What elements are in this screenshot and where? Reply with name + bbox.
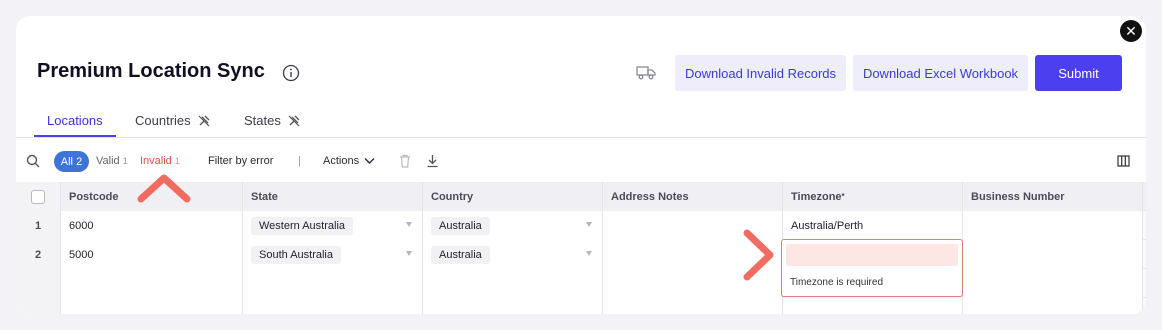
timezone-error-message: Timezone is required [790, 277, 884, 288]
info-icon[interactable] [282, 64, 300, 82]
timezone-invalid-input[interactable] [786, 244, 958, 266]
filter-all-label: All [60, 155, 74, 168]
filter-all-count: 2 [76, 155, 83, 168]
toolbar-separator: | [298, 155, 301, 167]
column-header-address-notes[interactable]: Address Notes [603, 182, 783, 211]
download-invalid-records-button[interactable]: Download Invalid Records [675, 55, 846, 91]
row-number-empty [16, 298, 61, 314]
empty-cell[interactable] [783, 298, 963, 314]
timezone-cell[interactable]: Australia/Perth [783, 211, 963, 240]
actions-dropdown[interactable]: Actions [323, 155, 375, 167]
row-number-empty [16, 269, 61, 298]
search-icon[interactable] [26, 154, 40, 168]
annotation-arrow-right-icon [743, 229, 774, 281]
empty-cell[interactable] [243, 298, 423, 314]
modal-card: Premium Location Sync Download Invalid R… [16, 16, 1146, 314]
timezone-error-popup: Timezone is required [781, 239, 963, 297]
filter-valid-count: 1 [122, 156, 128, 166]
dropdown-caret-icon[interactable] [406, 251, 412, 256]
country-chip: Australia [431, 216, 490, 235]
empty-cell[interactable] [61, 269, 243, 298]
download-icon[interactable] [426, 154, 439, 168]
column-header-state[interactable]: State [243, 182, 423, 211]
postcode-cell[interactable]: 5000 [61, 240, 243, 269]
row-number: 2 [16, 240, 61, 269]
tab-label: States [244, 113, 281, 128]
empty-cell[interactable] [243, 269, 423, 298]
filter-invalid[interactable]: Invalid 1 [140, 155, 180, 167]
column-header-business-number[interactable]: Business Number [963, 182, 1143, 211]
annotation-arrow-up-icon [137, 174, 191, 203]
select-all-cell [16, 182, 61, 211]
country-cell[interactable]: Australia [423, 240, 603, 269]
business-number-cell[interactable] [963, 211, 1143, 240]
empty-cell[interactable] [963, 269, 1143, 298]
table-row: 2 5000 South Australia Australia [16, 240, 1146, 269]
table-row: 1 6000 Western Australia Australia Austr… [16, 211, 1146, 240]
state-chip: South Australia [251, 245, 341, 264]
column-header-country[interactable]: Country [423, 182, 603, 211]
dropdown-caret-icon[interactable] [586, 251, 592, 256]
tab-label: Locations [47, 113, 103, 128]
page-title: Premium Location Sync [37, 60, 265, 82]
filter-valid[interactable]: Valid 1 [96, 155, 128, 167]
pin-off-icon [288, 115, 300, 126]
empty-cell[interactable] [963, 298, 1143, 314]
filter-invalid-label: Invalid [140, 155, 172, 167]
submit-button[interactable]: Submit [1035, 55, 1122, 91]
table-row-empty [16, 269, 1146, 298]
tab-label: Countries [135, 113, 191, 128]
dropdown-caret-icon[interactable] [406, 222, 412, 227]
close-glyph: ✕ [1125, 23, 1137, 39]
state-chip: Western Australia [251, 216, 354, 235]
tab-countries[interactable]: Countries [135, 113, 211, 128]
dropdown-caret-icon[interactable] [586, 222, 592, 227]
country-chip: Australia [431, 245, 490, 264]
download-excel-workbook-button[interactable]: Download Excel Workbook [853, 55, 1028, 91]
filter-all-pill[interactable]: All 2 [54, 151, 89, 172]
close-icon[interactable]: ✕ [1120, 20, 1142, 42]
country-cell[interactable]: Australia [423, 211, 603, 240]
trash-icon[interactable] [399, 154, 411, 168]
empty-cell[interactable] [423, 298, 603, 314]
table-row-empty [16, 298, 1146, 314]
truck-icon[interactable] [636, 63, 656, 81]
empty-cell[interactable] [423, 269, 603, 298]
state-cell[interactable]: South Australia [243, 240, 423, 269]
row-number: 1 [16, 211, 61, 240]
active-tab-indicator [34, 135, 116, 137]
pin-off-icon [198, 115, 210, 126]
business-number-cell[interactable] [963, 240, 1143, 269]
empty-cell[interactable] [603, 298, 783, 314]
tab-states[interactable]: States [244, 113, 301, 128]
column-header-timezone[interactable]: Timezone * [783, 182, 963, 211]
filter-by-error-button[interactable]: Filter by error [208, 155, 273, 167]
tab-locations[interactable]: Locations [47, 113, 103, 128]
filter-invalid-count: 1 [174, 156, 180, 166]
timezone-header-label: Timezone [791, 190, 842, 203]
actions-label: Actions [323, 155, 360, 167]
columns-icon[interactable] [1117, 155, 1130, 167]
chevron-down-icon [364, 158, 375, 164]
postcode-cell[interactable]: 6000 [61, 211, 243, 240]
filter-valid-label: Valid [96, 155, 120, 167]
required-marker: * [841, 192, 845, 201]
tab-bar: Locations Countries States [16, 102, 1146, 138]
state-cell[interactable]: Western Australia [243, 211, 423, 240]
empty-cell[interactable] [61, 298, 243, 314]
checkbox-icon[interactable] [31, 189, 45, 204]
